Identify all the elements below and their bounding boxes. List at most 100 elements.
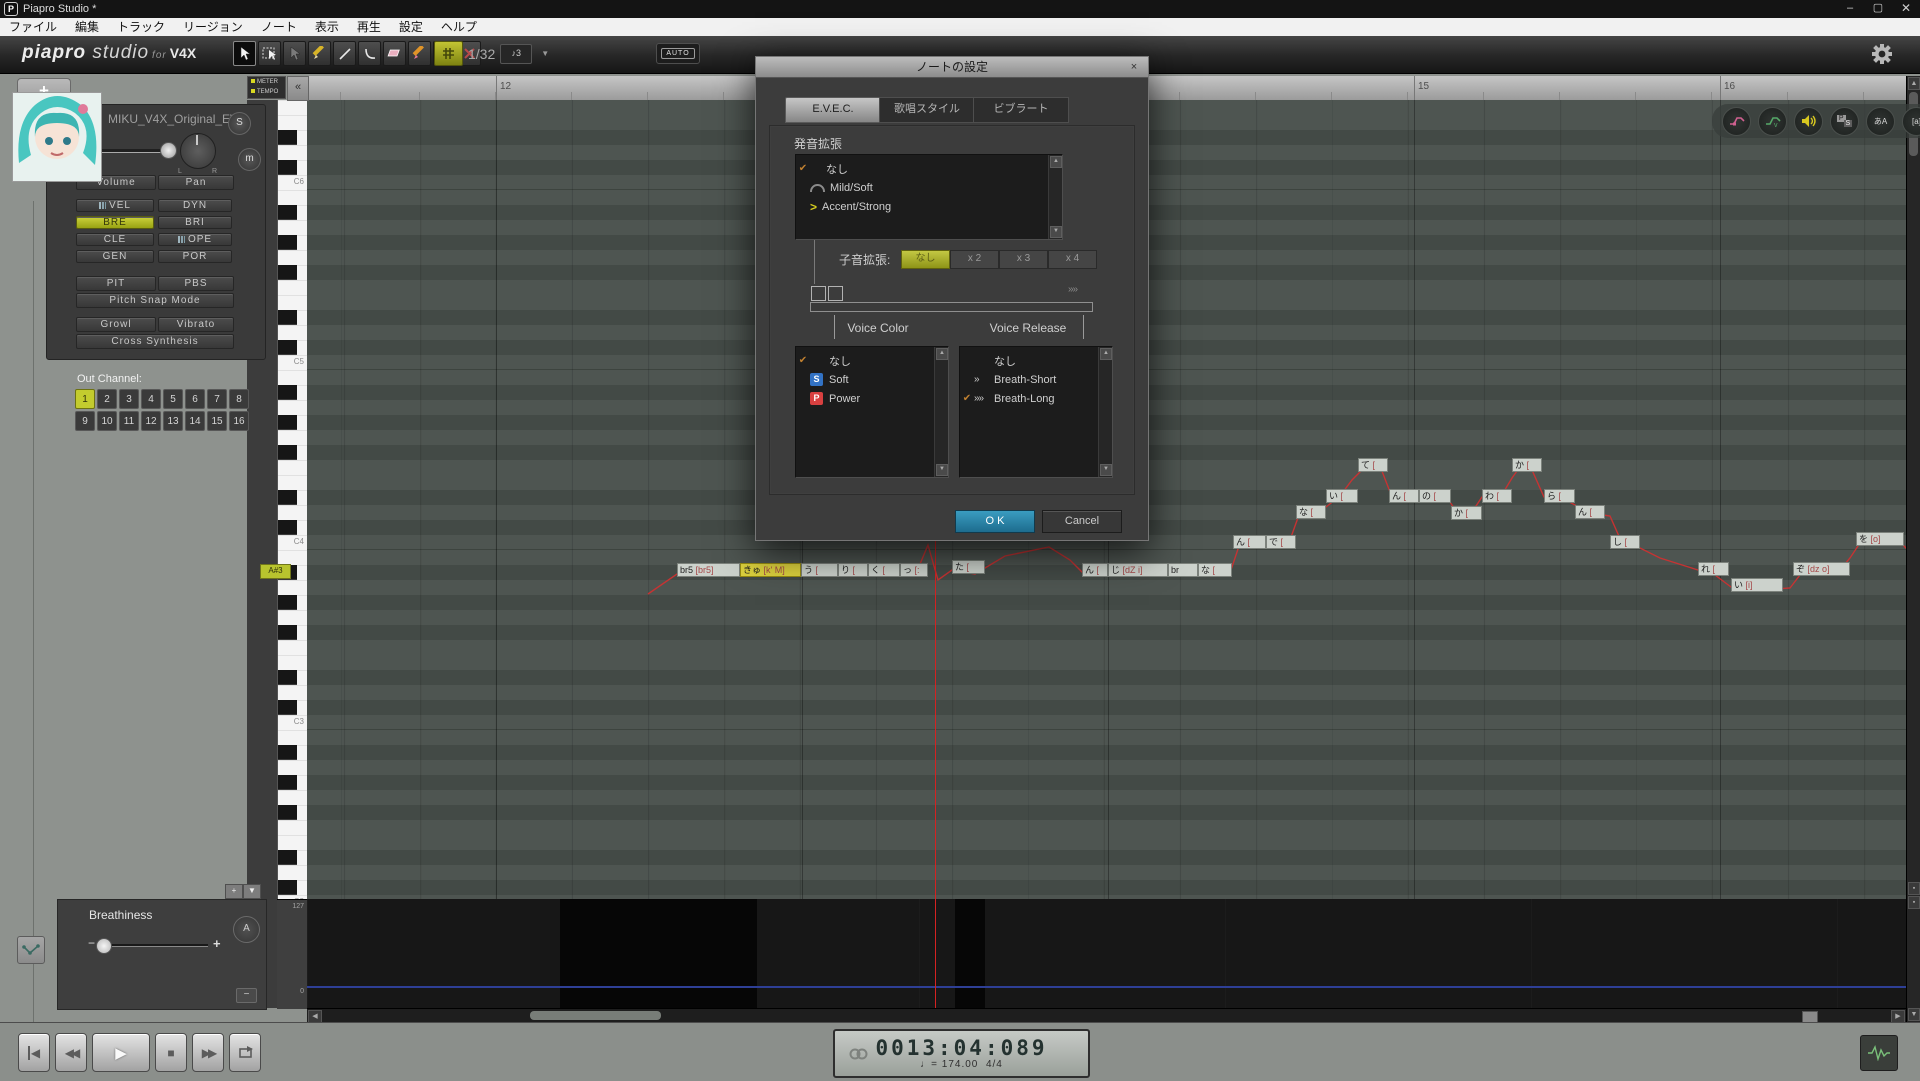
param-por[interactable]: POR [158,250,232,263]
go-to-start-button[interactable]: ◀ [18,1033,50,1072]
note[interactable]: た [ [952,560,985,574]
grid-snap-button[interactable] [434,41,463,66]
track-name[interactable]: MIKU_V4X_Original_EVEC [108,112,238,126]
note[interactable]: わ [ [1482,489,1512,503]
horizontal-scrollbar[interactable]: ◀ ▶ [307,1008,1906,1023]
breathiness-collapse-button[interactable]: − [236,988,257,1003]
scroll-up-icon[interactable]: ▲ [1908,77,1920,90]
rewind-button[interactable]: ◀◀ [55,1033,87,1072]
ok-button[interactable]: O K [955,510,1035,533]
pitch-curve-v-icon[interactable]: v [1758,107,1787,136]
menu-item-編集[interactable]: 編集 [66,19,108,36]
note[interactable]: っ [: [900,563,928,577]
black-key[interactable] [278,850,297,865]
eraser-tool[interactable] [383,41,406,66]
param-cle[interactable]: CLE [76,233,154,246]
listbox-scrollbar[interactable]: ▲▼ [934,347,948,477]
black-key[interactable] [278,415,297,430]
note[interactable]: ら [ [1544,489,1575,503]
channel-11[interactable]: 11 [119,411,139,431]
page-button[interactable]: ▪ [1908,882,1920,895]
piano-keyboard[interactable]: C6C5C4C3C2 [277,100,308,899]
list-item-なし[interactable]: ✔なし [960,351,1016,370]
snap-value[interactable]: 1/32 [468,46,495,62]
list-item-Breath-Long[interactable]: ✔»»Breath-Long [960,389,1055,408]
list-item-Soft[interactable]: ✔SSoft [796,370,849,389]
channel-8[interactable]: 8 [229,389,249,409]
black-key[interactable] [278,490,297,505]
breathiness-plus[interactable]: + [213,936,221,951]
consonant-2[interactable]: x 2 [950,250,999,269]
channel-10[interactable]: 10 [97,411,117,431]
black-key[interactable] [278,520,297,535]
minimize-button[interactable]: – [1836,0,1864,18]
note[interactable]: な [ [1198,563,1232,577]
consonant-checkbox-1[interactable] [811,286,826,301]
maximize-button[interactable]: ▢ [1864,0,1892,18]
channel-6[interactable]: 6 [185,389,205,409]
list-item-なし[interactable]: ✔なし [796,159,848,178]
breathiness-slider-track[interactable] [100,944,208,947]
channel-13[interactable]: 13 [163,411,183,431]
black-key[interactable] [278,235,297,250]
waveform-view-button[interactable] [1860,1035,1898,1071]
menu-item-ノート[interactable]: ノート [252,19,306,36]
note[interactable]: れ [ [1698,562,1729,576]
curve-tool[interactable] [358,41,381,66]
note-length-button[interactable]: ♪3 [500,44,532,64]
vibrato-button[interactable]: Vibrato [158,317,234,332]
phoneme-display-icon[interactable]: [a] [1902,107,1920,136]
vertical-scrollbar[interactable]: ▲ ▪ ▪ ▼ [1906,76,1920,1022]
note[interactable]: ん [ [1389,489,1419,503]
menu-item-表示[interactable]: 表示 [306,19,348,36]
param-gen[interactable]: GEN [76,250,154,263]
black-key[interactable] [278,385,297,400]
note[interactable]: ん [ [1233,535,1266,549]
scroll-up-icon[interactable]: ▲ [1050,156,1062,168]
param-pbs[interactable]: PBS [158,276,234,291]
black-key[interactable] [278,160,297,175]
note[interactable]: か [ [1512,458,1542,472]
scroll-down-icon[interactable]: ▼ [1050,226,1062,238]
marquee-select-tool[interactable] [258,41,281,66]
phoneme-ps-icon[interactable]: P S [1830,107,1859,136]
consonant-range-bar[interactable] [810,302,1093,312]
snap-dropdown-arrow[interactable]: ▼ [537,45,553,63]
note[interactable]: て [ [1358,458,1388,472]
speaker-icon[interactable] [1794,107,1823,136]
note[interactable]: い [ [1326,489,1358,503]
scroll-up-icon[interactable]: ▲ [1100,348,1112,360]
channel-1[interactable]: 1 [75,389,95,409]
pitch-snap-mode-button[interactable]: Pitch Snap Mode [76,293,234,308]
param-bre[interactable]: BRE [76,216,154,229]
collapse-left-button[interactable]: « [287,76,309,101]
scroll-down-icon[interactable]: ▼ [936,464,948,476]
black-key[interactable] [278,805,297,820]
pronunciation-listbox[interactable]: ✔なし✔Mild/Soft✔>Accent/Strong▲▼ [795,154,1063,240]
tab-3[interactable]: ビブラート [973,97,1069,123]
consonant-3[interactable]: x 3 [999,250,1048,269]
note[interactable]: か [ [1451,506,1482,520]
breathiness-minus[interactable]: − [88,936,95,950]
black-key[interactable] [278,310,297,325]
menu-item-トラック[interactable]: トラック [108,19,174,36]
breathiness-slider-handle[interactable] [96,938,112,954]
scroll-up-icon[interactable]: ▲ [936,348,948,360]
play-button[interactable]: ▶ [92,1033,150,1072]
note[interactable]: br5 [br5] [677,563,740,577]
loop-button[interactable] [229,1033,261,1072]
mute-button[interactable]: m [238,148,261,171]
pitch-curve-icon[interactable] [1722,107,1751,136]
note[interactable]: の [ [1419,489,1451,503]
pointer-tool[interactable] [233,41,256,66]
black-key[interactable] [278,265,297,280]
close-button[interactable]: ✕ [1892,0,1920,18]
horizontal-scroll-thumb[interactable] [530,1011,661,1020]
channel-16[interactable]: 16 [229,411,249,431]
consonant-1[interactable]: なし [901,250,950,269]
volume-slider-handle[interactable] [160,142,177,159]
channel-9[interactable]: 9 [75,411,95,431]
stop-button[interactable]: ■ [155,1033,187,1072]
tab-1[interactable]: E.V.E.C. [785,97,881,123]
kana-display-icon[interactable]: あA [1866,107,1895,136]
